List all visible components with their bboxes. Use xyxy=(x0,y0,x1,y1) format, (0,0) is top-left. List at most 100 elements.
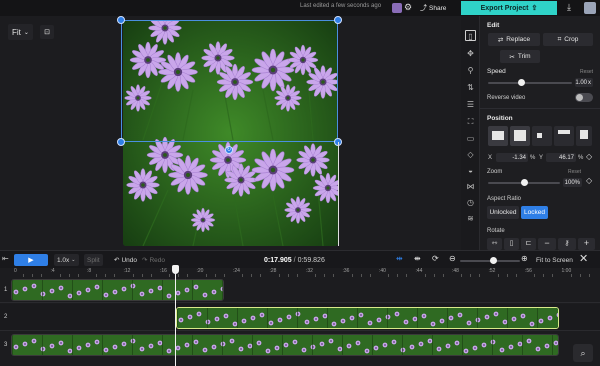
video-clip-track-3[interactable] xyxy=(11,334,559,356)
crop-button[interactable]: ⌗ Crop xyxy=(543,33,593,46)
zoom-value: 100% xyxy=(564,179,580,186)
position-preset-top[interactable] xyxy=(554,126,574,146)
loop-icon[interactable]: ⟳ xyxy=(432,254,439,263)
reverse-video-toggle[interactable] xyxy=(575,93,593,102)
reverse-video-label: Reverse video xyxy=(487,95,526,101)
trim-button[interactable]: ✂ Trim xyxy=(500,50,540,63)
speed-slider-track[interactable] xyxy=(488,82,572,84)
ruler-tick-label: 0 xyxy=(14,268,17,274)
play-button[interactable]: ▶ xyxy=(14,254,48,266)
rotate-key-icon[interactable]: ⚷ xyxy=(558,238,576,250)
magnifier-icon: ⌕ xyxy=(580,347,586,358)
bowtie-icon[interactable]: ⋈ xyxy=(465,181,476,192)
caption-icon[interactable]: ▭ xyxy=(465,133,476,144)
zoom-reset-link[interactable]: Reset xyxy=(568,169,581,175)
redo-icon: ↷ xyxy=(142,257,148,264)
undo-button[interactable]: ↶ Undo xyxy=(114,254,137,266)
divider xyxy=(480,108,600,109)
fit-to-screen-button[interactable]: Fit to Screen xyxy=(536,254,573,266)
clip-thumbnails xyxy=(12,280,223,300)
chevron-down-icon: ⌄ xyxy=(23,29,29,36)
track-number-1: 1 xyxy=(4,287,8,293)
video-clip-track-1[interactable] xyxy=(11,279,224,301)
sliders-icon[interactable]: ☰ xyxy=(465,99,476,110)
playhead-handle[interactable] xyxy=(172,265,179,274)
ruler-tick-label: :56 xyxy=(525,268,532,274)
zoom-value-box[interactable]: 100% xyxy=(563,178,582,187)
gear-icon[interactable]: ⚙ xyxy=(404,2,412,13)
clock-icon[interactable]: ◷ xyxy=(465,197,476,208)
ruler-tick-label: :20 xyxy=(196,268,204,274)
adjust-icon[interactable]: ⇅ xyxy=(465,82,476,93)
edit-section-title: Edit xyxy=(487,22,500,29)
ruler-tick-label: :4 xyxy=(50,268,55,274)
properties-panel: Edit ⇄ Replace ⌗ Crop ✂ Trim Speed Reset… xyxy=(480,16,600,250)
split-button[interactable]: Split xyxy=(84,254,103,266)
top-bar: Last edited a few seconds ago ⚙ ⤴ Share … xyxy=(0,0,600,16)
video-preview[interactable] xyxy=(123,20,338,246)
position-preset-left[interactable] xyxy=(488,126,508,146)
flip-vertical-icon[interactable]: ▯ xyxy=(504,238,519,250)
keyframe-diamond-icon[interactable]: ◇ xyxy=(586,152,592,161)
timeline-zoom-thumb[interactable] xyxy=(489,257,497,264)
edit-icon[interactable]: ▯ xyxy=(465,30,476,41)
track-number-3: 3 xyxy=(4,342,8,348)
redo-button[interactable]: ↷ Redo xyxy=(142,254,165,266)
y-input[interactable]: 46.17 xyxy=(546,153,576,162)
fade-icon[interactable]: ◒ xyxy=(465,165,476,176)
y-unit: % xyxy=(578,155,584,161)
zoom-in-icon[interactable]: ⊕ xyxy=(521,254,528,263)
x-input[interactable]: -1.34 xyxy=(496,153,528,162)
resize-handle-top-right[interactable] xyxy=(334,16,342,24)
download-icon[interactable]: ⤓ xyxy=(567,2,571,13)
toggle-knob xyxy=(576,94,583,101)
ruler-tick-label: :32 xyxy=(306,268,313,274)
clip-thumbnails xyxy=(177,308,558,328)
rotate-left-icon[interactable]: ⊏ xyxy=(521,238,536,250)
locked-button[interactable]: Locked xyxy=(521,206,548,219)
y-value: 46.17 xyxy=(558,154,574,161)
speed-value-box[interactable]: 1.00 x xyxy=(575,78,593,87)
rotate-plus-icon[interactable]: + xyxy=(578,238,595,250)
lock-icon: ⊡ xyxy=(44,29,50,36)
fit-track-icon[interactable]: ⇼ xyxy=(414,254,421,263)
pin-icon[interactable]: ⚲ xyxy=(465,65,476,76)
timeline-ruler[interactable]: 0:4:8:12:16:20:24:28:32:36:40:44:48:52:5… xyxy=(0,268,600,277)
speed-reset-link[interactable]: Reset xyxy=(580,69,593,75)
speed-slider-thumb[interactable] xyxy=(518,79,526,86)
position-preset-right[interactable] xyxy=(576,126,592,146)
unlocked-label: Unlocked xyxy=(489,209,517,216)
zoom-slider-thumb[interactable] xyxy=(520,179,528,186)
fit-label: Fit xyxy=(12,27,21,37)
zoom-keyframe-icon[interactable]: ◇ xyxy=(586,176,592,185)
position-preset-center[interactable] xyxy=(510,126,530,146)
snap-icon[interactable]: ⇹ xyxy=(396,254,403,263)
collapse-icon[interactable]: ⇤ xyxy=(2,254,9,263)
y-label: Y xyxy=(539,155,544,161)
resize-handle-bottom-left[interactable] xyxy=(117,138,125,146)
position-preset-top-left[interactable] xyxy=(532,126,552,146)
export-project-button[interactable]: Export Project ⇪ xyxy=(461,1,557,15)
zoom-out-icon[interactable]: ⊖ xyxy=(449,254,456,263)
resize-handle-top-left[interactable] xyxy=(117,16,125,24)
move-icon[interactable]: ✥ xyxy=(465,48,476,59)
flip-horizontal-icon[interactable]: ⇿ xyxy=(487,238,502,250)
video-clip-track-2[interactable] xyxy=(176,307,559,329)
zoom-tool-button[interactable]: ⌕ xyxy=(573,344,593,362)
avatar-icon[interactable] xyxy=(392,3,402,13)
rotate-handle[interactable]: ↻ xyxy=(225,146,233,154)
unlocked-button[interactable]: Unlocked xyxy=(487,206,519,219)
share-button[interactable]: ⤴ Share xyxy=(420,2,446,14)
fit-dropdown[interactable]: Fit ⌄ xyxy=(8,24,33,40)
canvas-lock-button[interactable]: ⊡ xyxy=(40,25,54,39)
playback-speed-dropdown[interactable]: 1.0x ⌄ xyxy=(54,254,79,266)
user-avatar-icon[interactable] xyxy=(584,2,596,14)
close-icon[interactable]: ✕ xyxy=(579,252,588,265)
tag-icon[interactable]: ◇ xyxy=(465,149,476,160)
replace-button[interactable]: ⇄ Replace xyxy=(488,33,540,46)
rotate-minus-icon[interactable]: − xyxy=(538,238,556,250)
crop-frame-icon[interactable]: ⛶ xyxy=(465,116,476,127)
layers-icon[interactable]: ≋ xyxy=(465,213,476,224)
ruler-tick-label: :40 xyxy=(379,268,386,274)
replace-label: Replace xyxy=(506,36,531,43)
